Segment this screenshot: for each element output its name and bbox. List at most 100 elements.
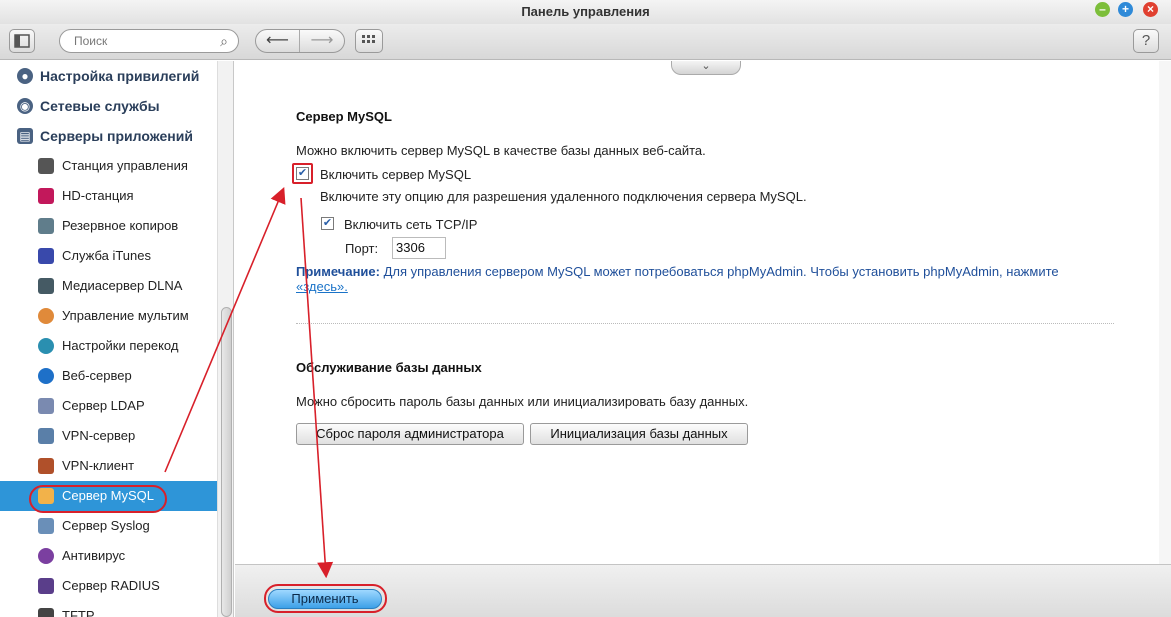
sidebar-scroll-thumb[interactable]: [221, 307, 232, 617]
enable-mysql-hint: Включите эту опцию для разрешения удален…: [320, 189, 807, 204]
sidebar-item-dlna[interactable]: Медиасервер DLNA: [0, 271, 217, 301]
maximize-button[interactable]: +: [1118, 2, 1133, 17]
sidebar-item-label: VPN-сервер: [62, 428, 136, 443]
mysql-section-title: Сервер MySQL: [296, 109, 392, 124]
sidebar-item-label: TFTP: [62, 608, 95, 617]
antivirus-icon: [38, 548, 54, 564]
sidebar-item-label: Управление мультим: [62, 308, 189, 323]
close-button[interactable]: ×: [1143, 2, 1158, 17]
sidebar-item-radius[interactable]: Сервер RADIUS: [0, 571, 217, 601]
sidebar-item-ldap[interactable]: Сервер LDAP: [0, 391, 217, 421]
sidebar-item-label: Антивирус: [62, 548, 126, 563]
enable-tcp-label: Включить сеть TCP/IP: [344, 217, 478, 232]
forward-button[interactable]: ⟶: [300, 30, 344, 52]
sidebar-item-label: Резервное копиров: [62, 218, 179, 233]
minimize-button[interactable]: –: [1095, 2, 1110, 17]
help-button[interactable]: ?: [1133, 29, 1159, 53]
annotation-box-checkbox: [292, 163, 313, 184]
server-icon: ▤: [17, 128, 33, 144]
sidebar-item-vpn-client[interactable]: VPN-клиент: [0, 451, 217, 481]
mysql-note: Примечание: Для управления сервером MySQ…: [296, 264, 1126, 294]
sidebar-toggle-button[interactable]: [9, 29, 35, 53]
port-field[interactable]: 3306: [392, 237, 446, 259]
help-icon: ?: [1141, 32, 1151, 49]
sidebar-list: ● Настройка привилегий ◉ Сетевые службы …: [0, 61, 217, 617]
sidebar-item-label: Сервер RADIUS: [62, 578, 160, 593]
user-icon: ●: [17, 68, 33, 84]
network-icon: ◉: [17, 98, 33, 114]
history-nav: ⟵ ⟶: [255, 29, 345, 53]
search-input[interactable]: Поиск ⌕: [59, 29, 239, 53]
mysql-description: Можно включить сервер MySQL в качестве б…: [296, 143, 706, 158]
search-icon[interactable]: ⌕: [220, 30, 228, 52]
sidebar-item-hd-station[interactable]: HD-станция: [0, 181, 217, 211]
sidebar-item-vpn-server[interactable]: VPN-сервер: [0, 421, 217, 451]
sidebar-item-label: HD-станция: [62, 188, 134, 203]
sidebar-item-label: Медиасервер DLNA: [62, 278, 183, 293]
apps-grid-button[interactable]: [355, 29, 383, 53]
hd-icon: [38, 188, 54, 204]
sidebar-item-multimedia[interactable]: Управление мультим: [0, 301, 217, 331]
maintenance-description: Можно сбросить пароль базы данных или ин…: [296, 394, 749, 409]
backup-icon: [38, 218, 54, 234]
dlna-icon: [38, 278, 54, 294]
sidebar-item-station[interactable]: Станция управления: [0, 151, 217, 181]
back-button[interactable]: ⟵: [256, 30, 300, 52]
sidebar-item-label: Сервер LDAP: [62, 398, 145, 413]
enable-tcp-checkbox[interactable]: ✔: [321, 217, 334, 230]
sidebar-scrollbar[interactable]: [217, 61, 233, 617]
port-label: Порт:: [345, 241, 379, 256]
toolbar: Поиск ⌕ ⟵ ⟶ ?: [0, 24, 1171, 60]
sidebar-section-app-servers[interactable]: ▤ Серверы приложений: [0, 121, 217, 151]
vpn-client-icon: [38, 458, 54, 474]
search-placeholder: Поиск: [74, 34, 108, 48]
main-panel: ⌄ Сервер MySQL Можно включить сервер MyS…: [235, 61, 1171, 564]
sidebar-item-label: VPN-клиент: [62, 458, 135, 473]
note-label: Примечание:: [296, 264, 380, 279]
note-text: Для управления сервером MySQL может потр…: [379, 264, 1059, 279]
sidebar-item-transcode[interactable]: Настройки перекод: [0, 331, 217, 361]
radius-icon: [38, 578, 54, 594]
sidebar-item-syslog[interactable]: Сервер Syslog: [0, 511, 217, 541]
annotation-oval-apply: [264, 584, 387, 613]
grid-icon: [362, 35, 375, 43]
sidebar-item-itunes[interactable]: Служба iTunes: [0, 241, 217, 271]
section-divider: [296, 323, 1114, 324]
station-icon: [38, 158, 54, 174]
ldap-icon: [38, 398, 54, 414]
initialize-database-button[interactable]: Инициализация базы данных: [530, 423, 748, 445]
sidebar-section-label: Сетевые службы: [40, 98, 160, 114]
sidebar: ● Настройка привилегий ◉ Сетевые службы …: [0, 61, 234, 617]
sidebar-section-privileges[interactable]: ● Настройка привилегий: [0, 61, 217, 91]
collapse-toggle[interactable]: ⌄: [671, 61, 741, 75]
vpn-server-icon: [38, 428, 54, 444]
itunes-icon: [38, 248, 54, 264]
transcode-icon: [38, 338, 54, 354]
title-bar: Панель управления: [0, 0, 1171, 24]
sidebar-item-antivirus[interactable]: Антивирус: [0, 541, 217, 571]
sidebar-item-backup[interactable]: Резервное копиров: [0, 211, 217, 241]
main-scrollbar[interactable]: [1159, 61, 1171, 564]
sidebar-item-label: Настройки перекод: [62, 338, 179, 353]
sidebar-item-label: Сервер Syslog: [62, 518, 150, 533]
globe-icon: [38, 368, 54, 384]
maintenance-section-title: Обслуживание базы данных: [296, 360, 482, 375]
sidebar-section-network[interactable]: ◉ Сетевые службы: [0, 91, 217, 121]
sidebar-item-label: Станция управления: [62, 158, 188, 173]
sidebar-section-label: Серверы приложений: [40, 128, 193, 144]
sidebar-toggle-icon: [14, 34, 30, 48]
annotation-oval-mysql: [29, 485, 167, 513]
sidebar-item-label: Служба iTunes: [62, 248, 151, 263]
phpmyadmin-link[interactable]: «здесь».: [296, 279, 348, 294]
reset-admin-password-button[interactable]: Сброс пароля администратора: [296, 423, 524, 445]
window-title: Панель управления: [521, 4, 650, 19]
sidebar-item-tftp[interactable]: TFTP: [0, 601, 217, 617]
sidebar-section-label: Настройка привилегий: [40, 68, 200, 84]
chevron-down-icon: ⌄: [701, 60, 711, 72]
sidebar-item-web-server[interactable]: Веб-сервер: [0, 361, 217, 391]
tftp-icon: [38, 608, 54, 617]
sidebar-item-label: Веб-сервер: [62, 368, 132, 383]
multimedia-icon: [38, 308, 54, 324]
enable-mysql-label: Включить сервер MySQL: [320, 167, 472, 182]
footer-bar: Применить: [235, 564, 1171, 617]
